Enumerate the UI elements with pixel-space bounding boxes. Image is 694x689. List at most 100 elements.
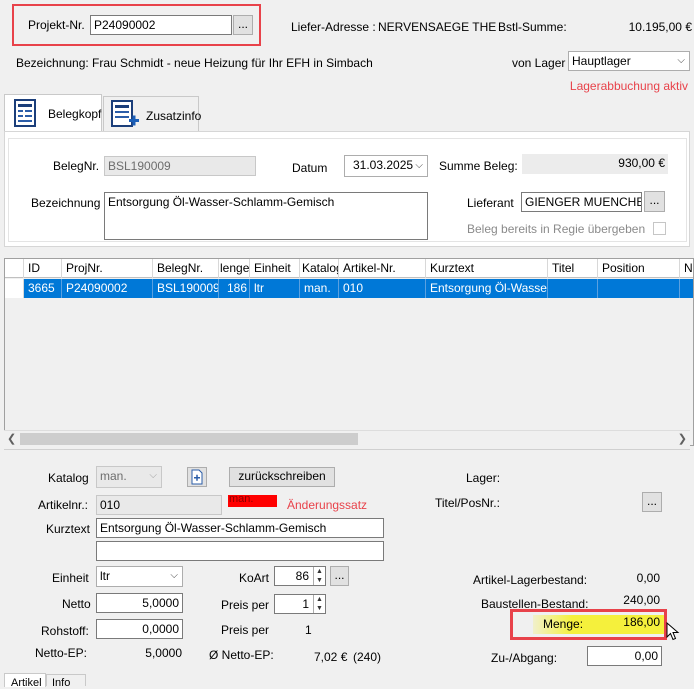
- tab-belegkopf[interactable]: Belegkopf: [4, 94, 102, 132]
- katalog-select: man. ⌵: [96, 466, 162, 488]
- grid-header: ID ProjNr. BelegNr. lenge Einheit Katalo…: [5, 259, 693, 278]
- tab-info-label: Info: [52, 677, 71, 689]
- avg-netto-ep-label: Ø Netto-EP:: [209, 648, 274, 662]
- projekt-label: Projekt-Nr.: [28, 18, 85, 32]
- menge-value: 186,00: [623, 615, 660, 629]
- column-header[interactable]: lenge: [219, 259, 250, 278]
- lieferant-field[interactable]: GIENGER MUENCHEN: [521, 192, 642, 212]
- table-cell: 3665: [24, 279, 62, 298]
- katalog-label: Katalog: [48, 471, 89, 485]
- datum-value: 31.03.2025: [353, 158, 414, 172]
- rohstoff-field[interactable]: 0,0000: [96, 619, 183, 639]
- chevron-down-icon: ⌵: [170, 570, 178, 581]
- lagerabbuchung-status: Lagerabbuchung aktiv: [569, 79, 688, 93]
- column-header[interactable]: ProjNr.: [62, 259, 153, 278]
- column-header[interactable]: Katalog: [300, 259, 339, 278]
- projekt-input[interactable]: P24090002: [90, 15, 232, 35]
- tab-zusatzinfo-label: Zusatzinfo: [146, 109, 202, 123]
- liefer-adresse-label: Liefer-Adresse :: [291, 20, 376, 34]
- von-lager-label: von Lager: [512, 56, 566, 70]
- table-cell: 010: [339, 279, 426, 298]
- column-header[interactable]: Kurztext: [426, 259, 548, 278]
- bstl-summe-label: Bstl-Summe:: [498, 20, 567, 34]
- lager-label: Lager:: [466, 471, 501, 485]
- artikel-panel-divider: [4, 449, 690, 450]
- new-document-button[interactable]: [187, 467, 207, 487]
- scrollbar-thumb[interactable]: [20, 433, 358, 445]
- column-header[interactable]: BelegNr.: [153, 259, 219, 278]
- netto-field[interactable]: 5,0000: [96, 593, 183, 613]
- baustellen-bestand-value: 240,00: [623, 593, 660, 607]
- datum-picker[interactable]: 31.03.2025 ⌵: [344, 155, 428, 177]
- tab-artikel-label: Artikel: [11, 677, 42, 689]
- lager-select-value: Hauptlager: [572, 54, 631, 68]
- tab-belegkopf-label: Belegkopf: [48, 107, 102, 121]
- table-cell: 186: [219, 279, 250, 298]
- summe-beleg-label: Summe Beleg:: [439, 159, 518, 173]
- tab-zusatzinfo[interactable]: Zusatzinfo: [103, 96, 202, 132]
- beleg-bezeichnung-label: Bezeichnung: [31, 196, 101, 210]
- table-cell: [680, 279, 693, 298]
- koart-stepper[interactable]: 86 ▲ ▼: [274, 566, 326, 586]
- regie-checkbox[interactable]: [653, 222, 666, 235]
- titel-posnr-browse-button[interactable]: ...: [642, 492, 662, 512]
- preis-per-value: 1: [302, 597, 309, 611]
- column-header[interactable]: ID: [24, 259, 62, 278]
- netto-ep-label: Netto-EP:: [35, 646, 88, 660]
- summe-beleg-value: 930,00 €: [618, 156, 665, 170]
- table-cell: man.: [300, 279, 339, 298]
- grid-horizontal-scrollbar[interactable]: ❮ ❯: [4, 430, 690, 446]
- scroll-left-icon[interactable]: ❮: [7, 432, 16, 445]
- column-header[interactable]: Position: [598, 259, 680, 278]
- datum-label: Datum: [292, 161, 328, 175]
- aenderungssatz-label: Änderungssatz: [287, 498, 368, 512]
- table-cell: [548, 279, 598, 298]
- belegnr-field: BSL190009: [104, 156, 256, 176]
- preis-per-stepper[interactable]: 1 ▲ ▼: [274, 594, 326, 614]
- form-icon: [13, 99, 37, 130]
- belegnr-label: BelegNr.: [53, 159, 100, 173]
- stepper-arrows-icon[interactable]: ▲ ▼: [313, 567, 325, 585]
- liefer-adresse-value: NERVENSAEGE THE: [378, 20, 497, 34]
- table-cell: Entsorgung Öl-Wasser-Sc: [426, 279, 548, 298]
- artikelnr-field: 010: [96, 495, 222, 515]
- bstl-summe-value: 10.195,00 €: [628, 20, 692, 34]
- kurztext-field[interactable]: Entsorgung Öl-Wasser-Schlamm-Gemisch: [96, 518, 384, 538]
- koart-browse-button[interactable]: ...: [330, 566, 349, 586]
- preis-per2-label: Preis per: [221, 623, 270, 637]
- avg-netto-ep-value: 7,02 €: [314, 650, 348, 664]
- column-header[interactable]: N: [680, 259, 693, 278]
- lager-select[interactable]: Hauptlager ⌵: [568, 51, 690, 71]
- man-badge-text: man.: [229, 493, 254, 505]
- column-header[interactable]: Artikel-Nr.: [339, 259, 426, 278]
- scroll-right-icon[interactable]: ❯: [678, 432, 687, 445]
- einheit-select[interactable]: ltr ⌵: [96, 566, 183, 587]
- form-add-icon: [110, 100, 140, 131]
- kurztext2-field[interactable]: [96, 541, 384, 561]
- lieferant-browse-button[interactable]: ...: [644, 191, 665, 212]
- tab-info[interactable]: Info: [46, 674, 86, 689]
- zu-abgang-field[interactable]: 0,00: [587, 646, 662, 666]
- preis-per2-value: 1: [305, 623, 312, 637]
- projekt-browse-button[interactable]: ...: [233, 15, 253, 35]
- netto-label: Netto: [62, 597, 91, 611]
- new-document-icon: [191, 469, 203, 485]
- kurztext-label: Kurztext: [46, 522, 91, 536]
- artikelnr-label: Artikelnr.:: [38, 498, 89, 512]
- column-header[interactable]: Titel: [548, 259, 598, 278]
- regie-label: Beleg bereits in Regie übergeben: [467, 222, 646, 236]
- row-selector[interactable]: [5, 279, 24, 298]
- column-header[interactable]: Einheit: [250, 259, 300, 278]
- zurueckschreiben-button[interactable]: zurückschreiben: [229, 467, 335, 487]
- tab-artikel[interactable]: Artikel: [4, 673, 46, 689]
- chevron-down-icon: ⌵: [149, 470, 157, 481]
- koart-value: 86: [295, 569, 309, 583]
- stepper-arrows-icon[interactable]: ▲ ▼: [313, 595, 325, 613]
- table-row[interactable]: 3665 P24090002 BSL190009 186 ltr man. 01…: [5, 279, 693, 298]
- chevron-down-icon: ⌵: [677, 55, 685, 66]
- table-cell: ltr: [250, 279, 300, 298]
- beleg-bezeichnung-field[interactable]: Entsorgung Öl-Wasser-Schlamm-Gemisch: [104, 192, 428, 240]
- man-badge: man.: [228, 493, 277, 507]
- preis-per-label: Preis per: [221, 598, 270, 612]
- einheit-label: Einheit: [52, 571, 89, 585]
